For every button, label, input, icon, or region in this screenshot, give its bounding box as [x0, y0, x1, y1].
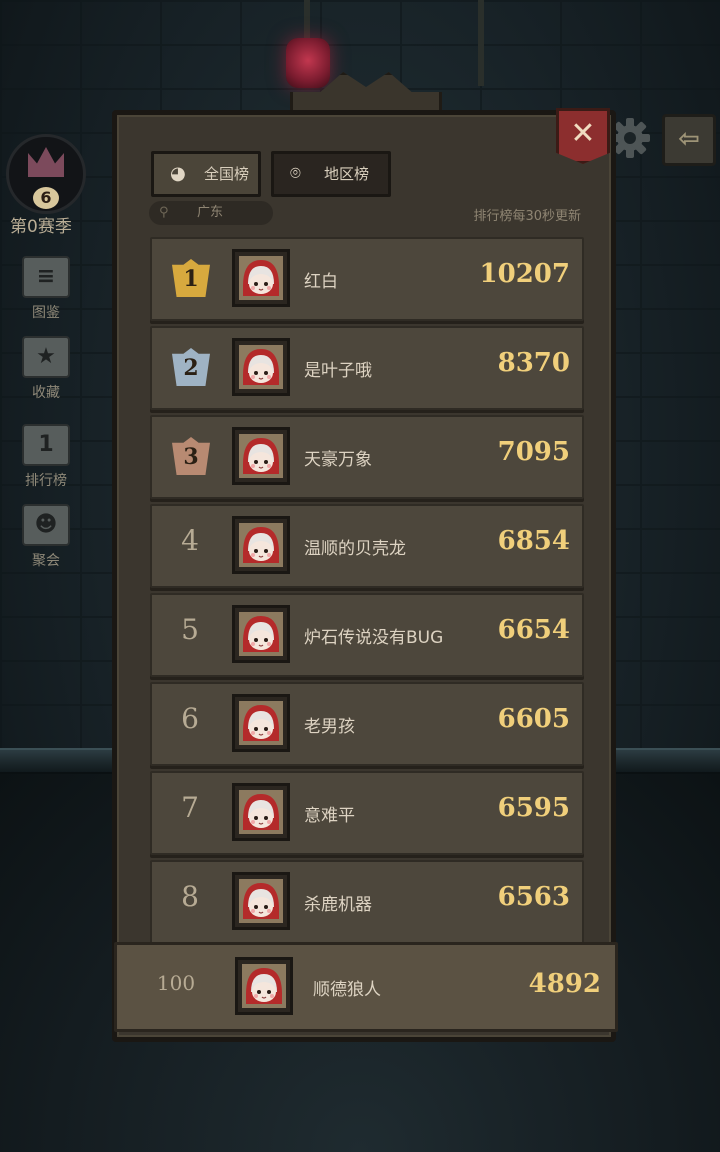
crown-icon	[28, 147, 64, 177]
tab-national[interactable]: ◕ 全国榜	[151, 151, 261, 197]
avatar	[232, 694, 290, 752]
player-name: 天豪万象	[304, 450, 372, 470]
location-pin-icon: ⌾	[290, 163, 301, 184]
exit-arrow-icon: ⇦	[678, 124, 700, 154]
hanging-rope	[478, 0, 484, 86]
player-score: 7095	[497, 437, 570, 467]
tab-label: 全国榜	[204, 165, 250, 183]
player-name: 红白	[304, 272, 338, 292]
table-row[interactable]: 8 杀鹿机器 6563	[150, 860, 584, 944]
table-row[interactable]: 2 是叶子哦 8370	[150, 326, 584, 410]
avatar	[232, 872, 290, 930]
player-score: 6595	[497, 793, 570, 823]
player-name: 老男孩	[304, 717, 355, 737]
rank-number: 7	[181, 791, 199, 824]
location-pin-icon: ⚲	[159, 205, 169, 220]
player-score: 10207	[479, 259, 570, 289]
avatar	[232, 516, 290, 574]
rank-number: 5	[181, 613, 199, 646]
menu-item-label: 聚会	[32, 553, 60, 569]
gold-rank-emblem-icon: 1	[172, 259, 210, 297]
star-card-icon: ★	[22, 336, 70, 378]
player-score: 8370	[497, 348, 570, 378]
avatar	[232, 338, 290, 396]
silver-rank-emblem-icon: 2	[172, 348, 210, 386]
table-row[interactable]: 6 老男孩 6605	[150, 682, 584, 766]
bronze-rank-emblem-icon: 3	[172, 437, 210, 475]
rank-number: 4	[181, 524, 199, 557]
avatar	[232, 605, 290, 663]
podium-icon: 1	[22, 424, 70, 466]
table-row[interactable]: 7 意难平 6595	[150, 771, 584, 855]
my-rank-row[interactable]: 100 顺德狼人 4892	[114, 942, 618, 1032]
people-icon: ☻	[22, 504, 70, 546]
globe-icon: ◕	[170, 163, 186, 184]
table-row[interactable]: 1 红白 10207	[150, 237, 584, 321]
red-lantern-icon	[286, 38, 330, 88]
leaderboard-panel: ◕ 全国榜 ⌾ 地区榜 ⚲ 广东 排行榜每30秒更新 1 红白 10207 2 …	[112, 110, 616, 1042]
red-hood-girl-icon	[239, 612, 283, 656]
region-selector[interactable]: ⚲ 广东	[149, 201, 273, 225]
player-score: 6654	[497, 615, 570, 645]
table-row[interactable]: 4 温顺的贝壳龙 6854	[150, 504, 584, 588]
red-hood-girl-icon	[239, 879, 283, 923]
player-name: 意难平	[304, 806, 355, 826]
menu-item-label: 收藏	[32, 385, 60, 401]
player-score: 6854	[497, 526, 570, 556]
season-badge[interactable]: 6	[6, 134, 86, 214]
rank-number: 8	[181, 880, 199, 913]
lamp-rope	[304, 0, 310, 40]
region-value: 广东	[197, 205, 224, 220]
avatar	[232, 783, 290, 841]
table-row[interactable]: 5 炉石传说没有BUG 6654	[150, 593, 584, 677]
avatar	[232, 249, 290, 307]
close-icon: ✕	[570, 116, 596, 151]
my-rank-number: 100	[156, 971, 196, 995]
player-name: 炉石传说没有BUG	[304, 628, 444, 648]
menu-item-label: 图鉴	[32, 305, 60, 321]
rank-number: 6	[181, 702, 199, 735]
my-player-name: 顺德狼人	[313, 980, 381, 1000]
avatar	[235, 957, 293, 1015]
menu-item-party[interactable]: ☻ 聚会	[16, 504, 76, 570]
menu-item-collection-book[interactable]: ≡ 图鉴	[16, 256, 76, 322]
red-hood-girl-icon	[239, 256, 283, 300]
red-hood-girl-icon	[239, 345, 283, 389]
exit-button[interactable]: ⇦	[662, 114, 716, 166]
red-hood-girl-icon	[242, 964, 286, 1008]
menu-item-leaderboard[interactable]: 1 排行榜	[16, 424, 76, 490]
tab-regional[interactable]: ⌾ 地区榜	[271, 151, 391, 197]
book-stack-icon: ≡	[22, 256, 70, 298]
season-level: 6	[33, 187, 59, 209]
player-name: 温顺的贝壳龙	[304, 539, 406, 559]
tab-label: 地区榜	[324, 165, 370, 183]
my-score: 4892	[528, 969, 601, 999]
red-hood-girl-icon	[239, 523, 283, 567]
menu-item-favorites[interactable]: ★ 收藏	[16, 336, 76, 402]
close-button[interactable]: ✕	[556, 108, 610, 164]
player-score: 6563	[497, 882, 570, 912]
menu-item-label: 排行榜	[25, 473, 67, 489]
red-hood-girl-icon	[239, 434, 283, 478]
red-hood-girl-icon	[239, 790, 283, 834]
table-row[interactable]: 3 天豪万象 7095	[150, 415, 584, 499]
player-name: 是叶子哦	[304, 361, 372, 381]
avatar	[232, 427, 290, 485]
player-score: 6605	[497, 704, 570, 734]
update-note: 排行榜每30秒更新	[473, 209, 581, 224]
red-hood-girl-icon	[239, 701, 283, 745]
season-label: 第0赛季	[10, 217, 72, 237]
player-name: 杀鹿机器	[304, 895, 372, 915]
